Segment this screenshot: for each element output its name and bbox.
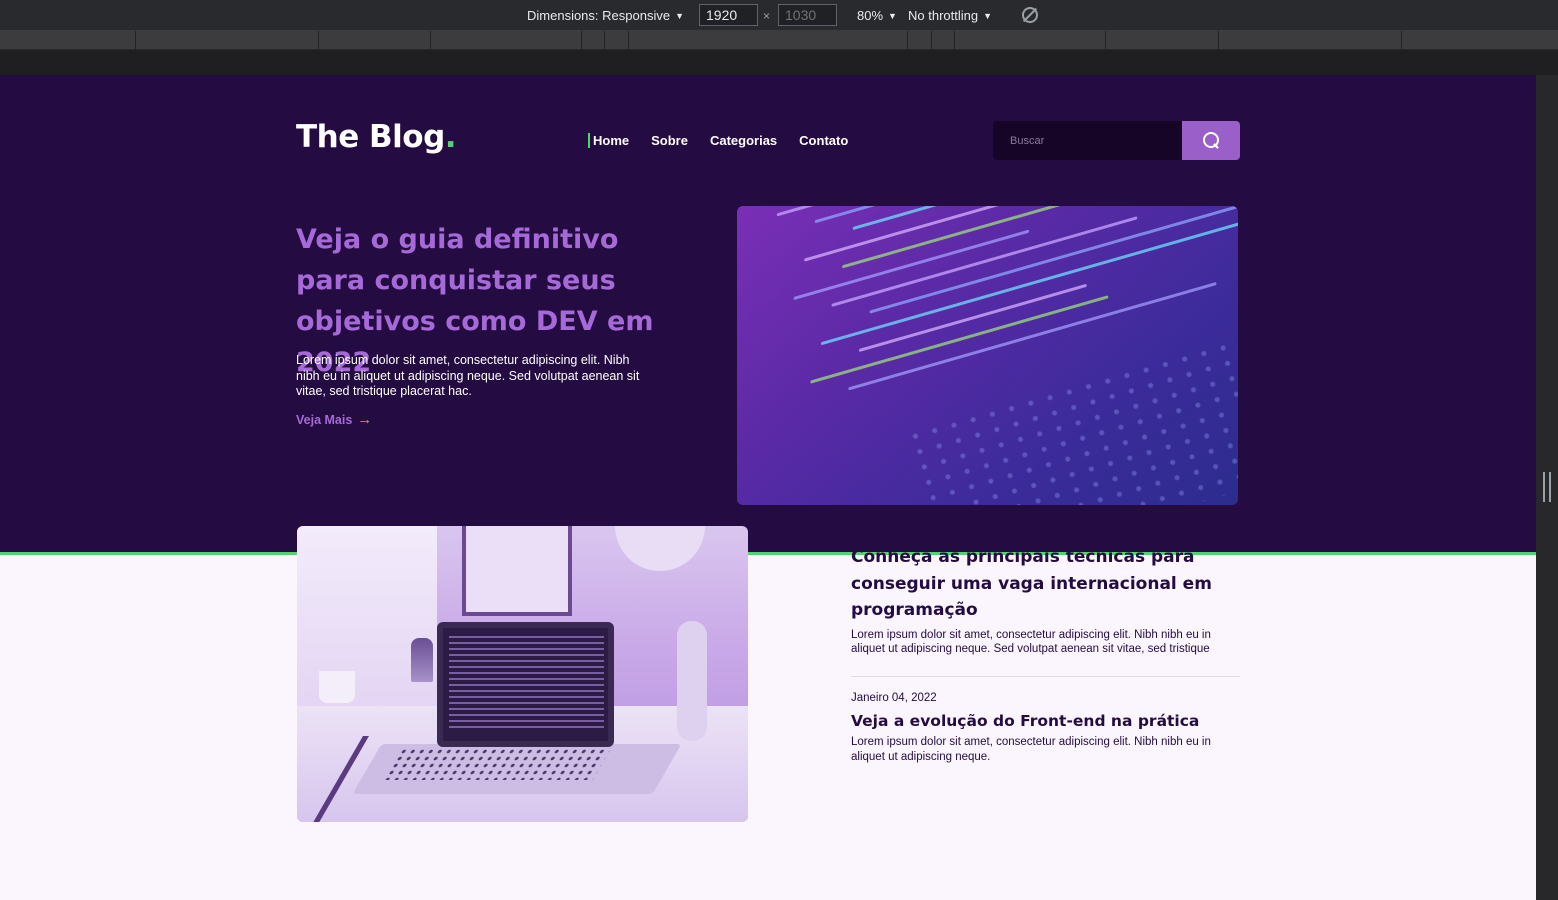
code-line — [793, 229, 1030, 301]
ruler-tick — [135, 31, 136, 50]
ruler-tick — [430, 31, 431, 50]
chevron-down-icon: ▼ — [983, 11, 993, 21]
media-query-ruler[interactable] — [0, 31, 1558, 50]
ruler-tick — [1105, 31, 1106, 50]
nav-item-sobre[interactable]: Sobre — [651, 133, 688, 148]
width-input[interactable] — [699, 4, 758, 26]
code-line — [831, 216, 1138, 307]
throttling-dropdown[interactable]: No throttling ▼ — [908, 8, 992, 23]
logo-dot: . — [444, 119, 457, 155]
post-featured-image[interactable] — [297, 526, 748, 822]
post-title[interactable]: Veja a evolução do Front-end na prática — [851, 711, 1240, 731]
arrow-right-icon: → — [357, 411, 373, 428]
ruler-tick — [581, 31, 582, 50]
ruler-tick — [907, 31, 908, 50]
search-input[interactable] — [993, 121, 1182, 160]
code-line — [820, 214, 1238, 346]
nav-item-categorias[interactable]: Categorias — [710, 133, 777, 148]
ruler-tick — [628, 31, 629, 50]
dimensions-label: Dimensions: Responsive — [527, 8, 671, 23]
zoom-label: 80% — [857, 8, 884, 23]
logo-text: The Blog — [296, 119, 445, 155]
post-date: Janeiro 04, 2022 — [851, 692, 937, 704]
read-more-link[interactable]: Veja Mais → — [296, 411, 373, 428]
page-viewport: The Blog. Home Sobre Categorias Contato … — [0, 75, 1536, 900]
post-divider — [851, 676, 1240, 677]
hero-description: Lorem ipsum dolor sit amet, consectetur … — [296, 353, 640, 398]
zoom-dropdown[interactable]: 80% ▼ — [857, 8, 897, 23]
viewport-top-gap — [0, 50, 1558, 75]
height-input[interactable] — [778, 4, 837, 26]
ruler-tick — [954, 31, 955, 50]
ruler-tick — [1218, 31, 1219, 50]
hero-code-image — [737, 206, 1238, 505]
rotate-icon[interactable] — [1022, 7, 1038, 23]
throttling-label: No throttling — [908, 8, 979, 23]
code-line — [810, 295, 1109, 384]
plant-decoration — [411, 638, 433, 682]
post-excerpt: Lorem ipsum dolor sit amet, consectetur … — [851, 628, 1211, 656]
post-date: Janeiro 04, 2022 — [851, 524, 937, 536]
code-line — [858, 283, 1087, 353]
site-logo[interactable]: The Blog. — [296, 119, 457, 155]
mug-decoration — [319, 671, 355, 703]
post-excerpt: Lorem ipsum dolor sit amet, consectetur … — [851, 736, 1211, 763]
nav-item-home[interactable]: Home — [588, 133, 629, 148]
laptop-screen-decoration — [437, 622, 614, 747]
search-button[interactable] — [1182, 121, 1240, 160]
post-card: Janeiro 04, 2022 Veja a evolução do Fron… — [851, 692, 1240, 764]
dimension-separator: × — [763, 9, 771, 23]
devtools-device-toolbar: Dimensions: Responsive ▼ × 80% ▼ No thrott… — [0, 0, 1558, 31]
nav-item-contato[interactable]: Contato — [799, 133, 848, 148]
chevron-down-icon: ▼ — [675, 11, 684, 21]
ruler-tick — [318, 31, 319, 50]
ruler-tick — [931, 31, 932, 50]
read-more-label: Veja Mais — [296, 413, 353, 427]
post-card: Janeiro 04, 2022 Conheça as principais t… — [851, 524, 1240, 657]
search-icon — [1202, 132, 1220, 149]
picture-frame-decoration — [462, 526, 572, 616]
dimensions-dropdown[interactable]: Dimensions: Responsive ▼ — [527, 8, 684, 23]
speaker-decoration — [677, 621, 707, 741]
laptop-code-decoration — [449, 636, 604, 732]
main-nav: Home Sobre Categorias Contato — [588, 133, 848, 148]
lamp-decoration — [615, 526, 705, 571]
laptop-keys-decoration — [382, 748, 612, 780]
hero-section: The Blog. Home Sobre Categorias Contato … — [0, 75, 1536, 555]
ruler-tick — [1401, 31, 1402, 50]
search-box — [993, 121, 1240, 160]
resize-handle[interactable] — [1543, 472, 1551, 502]
ruler-tick — [604, 31, 605, 50]
chevron-down-icon: ▼ — [888, 11, 897, 21]
post-title[interactable]: Conheça as principais técnicas para cons… — [851, 544, 1240, 624]
window-decoration — [297, 526, 437, 726]
